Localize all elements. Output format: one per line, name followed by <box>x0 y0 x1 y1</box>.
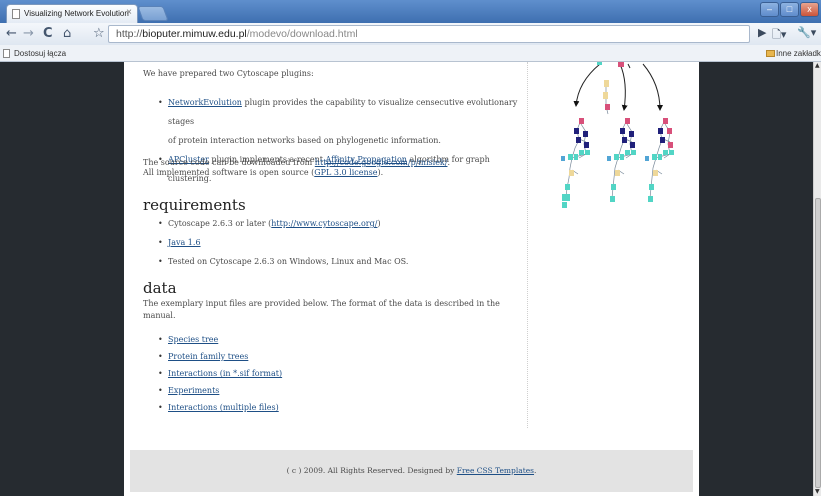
tab-close-icon[interactable]: × <box>126 7 132 18</box>
footer-suffix: . <box>534 466 537 475</box>
license-link[interactable]: GPL 3.0 license <box>314 168 377 177</box>
scrollbar-thumb[interactable] <box>815 198 821 488</box>
list-item: NetworkEvolution plugin provides the cap… <box>143 93 527 150</box>
address-bar[interactable]: http://bioputer.mimuw.edu.pl/modevo/down… <box>108 25 750 43</box>
back-icon[interactable]: ← <box>6 26 17 42</box>
url-path: /modevo/download.html <box>246 28 358 40</box>
maximize-button[interactable]: □ <box>780 2 799 17</box>
other-bookmarks[interactable]: Inne zakładki <box>776 49 821 58</box>
data-files-list: Species tree Protein family trees Intera… <box>143 331 527 416</box>
tab-title: Visualizing Network Evolution <box>24 9 129 18</box>
free-css-templates-link[interactable]: Free CSS Templates <box>457 466 534 475</box>
folder-icon <box>766 50 775 57</box>
java-link[interactable]: Java 1.6 <box>168 238 201 247</box>
list-item: Protein family trees <box>143 348 527 365</box>
experiments-link[interactable]: Experiments <box>168 386 219 395</box>
requirements-list: Cytoscape 2.6.3 or later (http://www.cyt… <box>143 214 527 271</box>
page-viewport: We have prepared two Cytoscape plugins: … <box>0 62 813 496</box>
list-item: Cytoscape 2.6.3 or later (http://www.cyt… <box>143 214 527 233</box>
footer-text: ( c ) 2009. All Rights Reserved. Designe… <box>286 466 457 475</box>
url-host: bioputer.mimuw.edu.pl <box>142 28 247 40</box>
interactions-sif-link[interactable]: Interactions (in *.sif format) <box>168 369 282 378</box>
bookmarks-bar: Dostosuj łącza Inne zakładki <box>0 45 821 62</box>
vertical-scrollbar[interactable]: ▲ ▼ <box>813 62 821 496</box>
url-scheme: http:// <box>116 28 143 40</box>
network-evolution-figure <box>561 62 674 208</box>
play-icon[interactable]: ▶ <box>758 26 766 39</box>
wrench-icon[interactable]: 🔧▾ <box>797 26 816 39</box>
requirements-heading: requirements <box>143 196 246 214</box>
content-page: We have prepared two Cytoscape plugins: … <box>124 62 699 496</box>
page-menu-icon[interactable]: 🗋▾ <box>772 26 786 45</box>
list-item: Tested on Cytoscape 2.6.3 on Windows, Li… <box>143 252 527 271</box>
star-icon[interactable]: ☆ <box>93 26 105 42</box>
scroll-up-icon[interactable]: ▲ <box>815 63 820 69</box>
close-window-button[interactable]: x <box>800 2 819 17</box>
interactions-multiple-link[interactable]: Interactions (multiple files) <box>168 403 279 412</box>
forward-icon[interactable]: → <box>23 26 34 42</box>
page-footer: ( c ) 2009. All Rights Reserved. Designe… <box>130 450 693 492</box>
req-suffix: ) <box>377 219 381 228</box>
cytoscape-link[interactable]: http://www.cytoscape.org/ <box>271 219 377 228</box>
list-item: Interactions (in *.sif format) <box>143 365 527 382</box>
browser-tab[interactable]: Visualizing Network Evolution × <box>6 4 138 23</box>
intro-text: We have prepared two Cytoscape plugins: <box>143 69 314 78</box>
column-divider <box>527 62 528 428</box>
title-bar: Visualizing Network Evolution × – □ x <box>0 0 821 23</box>
page-icon <box>3 49 10 58</box>
list-item: Java 1.6 <box>143 233 527 252</box>
page-icon <box>12 9 20 19</box>
data-heading: data <box>143 279 177 297</box>
browser-toolbar: ← → C ⌂ ☆ http://bioputer.mimuw.edu.pl/m… <box>0 23 821 45</box>
req-text: Cytoscape 2.6.3 or later ( <box>168 219 272 228</box>
list-item: Interactions (multiple files) <box>143 399 527 416</box>
source-paragraph: The source code can be downloaded from h… <box>143 158 527 178</box>
list-item: Species tree <box>143 331 527 348</box>
data-description: The exemplary input files are provided b… <box>143 299 500 320</box>
new-tab-button[interactable] <box>137 6 169 21</box>
minimize-button[interactable]: – <box>760 2 779 17</box>
customize-links[interactable]: Dostosuj łącza <box>14 49 66 58</box>
source-link[interactable]: http://code.google.com/p/misiek/ <box>315 158 448 167</box>
protein-family-trees-link[interactable]: Protein family trees <box>168 352 248 361</box>
list-item: Experiments <box>143 382 527 399</box>
networkevolution-link[interactable]: NetworkEvolution <box>168 98 242 107</box>
reload-icon[interactable]: C <box>43 26 53 42</box>
license-suffix: ). <box>377 168 384 177</box>
plugin-desc-cont: of protein interaction networks based on… <box>168 136 441 145</box>
source-text: The source code can be downloaded from <box>143 158 315 167</box>
home-icon[interactable]: ⌂ <box>63 26 71 42</box>
scroll-down-icon[interactable]: ▼ <box>815 489 820 495</box>
req-tested: Tested on Cytoscape 2.6.3 on Windows, Li… <box>168 257 409 266</box>
species-tree-link[interactable]: Species tree <box>168 335 218 344</box>
source-suffix: . <box>447 158 451 167</box>
license-text: All implemented software is open source … <box>143 168 315 177</box>
